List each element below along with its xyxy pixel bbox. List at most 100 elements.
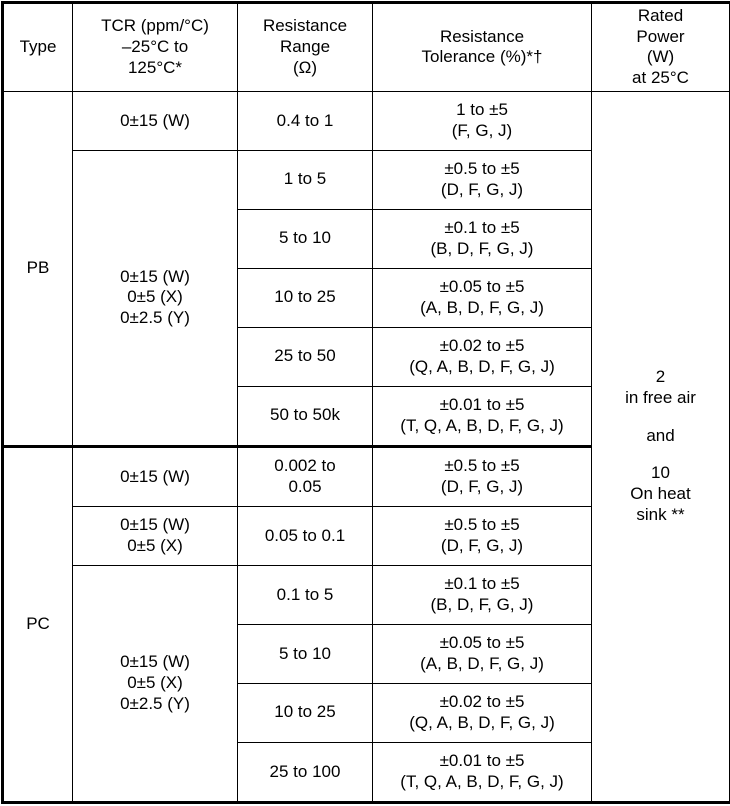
tolerance-value: ±0.05 to ±5 — [440, 633, 525, 652]
column-header-type: Type — [3, 3, 73, 92]
tcr-line: 0±2.5 (Y) — [120, 694, 190, 713]
range-line: 0.002 to — [274, 456, 335, 475]
cell-resistance-range: 0.002 to 0.05 — [238, 446, 373, 506]
column-header-tcr: TCR (ppm/°C) –25°C to 125°C* — [73, 3, 238, 92]
tolerance-value: ±0.5 to ±5 — [444, 515, 519, 534]
power-condition-heat-sink-line2: sink ** — [636, 505, 684, 524]
cell-resistance-tolerance: ±0.1 to ±5 (B, D, F, G, J) — [373, 209, 592, 268]
tolerance-codes: (Q, A, B, D, F, G, J) — [409, 357, 554, 376]
tolerance-codes: (D, F, G, J) — [441, 180, 523, 199]
range-line: 5 to 10 — [279, 644, 331, 663]
cell-resistance-range: 25 to 100 — [238, 742, 373, 802]
cell-resistance-tolerance: ±0.5 to ±5 (D, F, G, J) — [373, 446, 592, 506]
range-line: 5 to 10 — [279, 228, 331, 247]
tolerance-codes: (T, Q, A, B, D, F, G, J) — [400, 416, 563, 435]
tolerance-value: ±0.5 to ±5 — [444, 159, 519, 178]
cell-resistance-tolerance: ±0.5 to ±5 (D, F, G, J) — [373, 507, 592, 566]
tolerance-codes: (B, D, F, G, J) — [431, 239, 534, 258]
column-header-resistance-tolerance: Resistance Tolerance (%)*† — [373, 3, 592, 92]
cell-resistance-tolerance: ±0.05 to ±5 (A, B, D, F, G, J) — [373, 268, 592, 327]
cell-tcr: 0±15 (W) — [73, 91, 238, 150]
header-power-line1: Rated — [638, 6, 683, 25]
tolerance-value: ±0.05 to ±5 — [440, 277, 525, 296]
tolerance-value: ±0.1 to ±5 — [444, 218, 519, 237]
cell-resistance-range: 25 to 50 — [238, 327, 373, 386]
tcr-line: 0±15 (W) — [120, 467, 190, 486]
power-value-heat-sink: 10 — [651, 463, 670, 482]
cell-resistance-range: 5 to 10 — [238, 209, 373, 268]
tolerance-value: ±0.02 to ±5 — [440, 692, 525, 711]
table-header: Type TCR (ppm/°C) –25°C to 125°C* Resist… — [3, 3, 730, 92]
table-row: PB0±15 (W)0.4 to 11 to ±5(F, G, J)2in fr… — [3, 91, 730, 150]
tcr-line: 0±5 (X) — [127, 536, 183, 555]
tolerance-codes: (B, D, F, G, J) — [431, 595, 534, 614]
cell-resistance-range: 0.1 to 5 — [238, 565, 373, 624]
tolerance-value: ±0.01 to ±5 — [440, 395, 525, 414]
tolerance-codes: (Q, A, B, D, F, G, J) — [409, 713, 554, 732]
range-line: 25 to 50 — [274, 346, 335, 365]
header-tolerance-line1: Resistance — [440, 27, 524, 46]
cell-rated-power: 2 in free air and 10 On heat sink ** — [592, 91, 730, 802]
cell-resistance-range: 50 to 50k — [238, 386, 373, 446]
cell-resistance-range: 0.05 to 0.1 — [238, 507, 373, 566]
range-line: 1 to 5 — [284, 169, 327, 188]
tcr-line: 0±15 (W) — [120, 652, 190, 671]
header-power-line3: (W) — [647, 47, 674, 66]
cell-resistance-tolerance: ±0.01 to ±5 (T, Q, A, B, D, F, G, J) — [373, 742, 592, 802]
range-line: 25 to 100 — [270, 762, 341, 781]
power-value-free-air: 2 — [656, 367, 665, 386]
range-line: 0.05 — [288, 477, 321, 496]
power-spacer — [595, 446, 726, 463]
header-range-line2: Range — [280, 37, 330, 56]
tolerance-codes: (T, Q, A, B, D, F, G, J) — [400, 772, 563, 791]
cell-resistance-range: 10 to 25 — [238, 268, 373, 327]
tolerance-value: ±0.01 to ±5 — [440, 751, 525, 770]
tolerance-value: 1 to ±5 — [456, 100, 508, 119]
tolerance-codes: (A, B, D, F, G, J) — [420, 298, 544, 317]
cell-resistance-tolerance: 1 to ±5 (F, G, J) — [373, 91, 592, 150]
power-spacer — [595, 409, 726, 426]
header-type-label: Type — [20, 37, 57, 56]
tolerance-codes: (F, G, J) — [452, 121, 512, 140]
range-line: 10 to 25 — [274, 702, 335, 721]
cell-tcr: 0±15 (W)0±5 (X)0±2.5 (Y) — [73, 150, 238, 446]
cell-resistance-tolerance: ±0.05 to ±5 (A, B, D, F, G, J) — [373, 624, 592, 683]
header-tolerance-line2: Tolerance (%)*† — [422, 47, 543, 66]
cell-resistance-range: 5 to 10 — [238, 624, 373, 683]
range-line: 50 to 50k — [270, 405, 340, 424]
column-header-resistance-range: Resistance Range (Ω) — [238, 3, 373, 92]
tolerance-value: ±0.5 to ±5 — [444, 456, 519, 475]
cell-resistance-range: 1 to 5 — [238, 150, 373, 209]
header-tcr-line2: –25°C to — [122, 37, 188, 56]
range-line: 0.05 to 0.1 — [265, 526, 345, 545]
resistor-specification-table: Type TCR (ppm/°C) –25°C to 125°C* Resist… — [1, 1, 730, 804]
power-conjunction: and — [646, 426, 674, 445]
cell-tcr: 0±15 (W) 0±5 (X) 0±2.5 (Y) — [73, 565, 238, 802]
cell-type-pc: PC — [3, 446, 73, 802]
column-header-rated-power: Rated Power (W) at 25°C — [592, 3, 730, 92]
cell-resistance-range: 0.4 to 1 — [238, 91, 373, 150]
range-line: 0.4 to 1 — [277, 111, 334, 130]
range-line: 0.1 to 5 — [277, 585, 334, 604]
cell-resistance-tolerance: ±0.1 to ±5(B, D, F, G, J) — [373, 565, 592, 624]
tcr-line: 0±2.5 (Y) — [120, 308, 190, 327]
resistor-spec-table-container: Type TCR (ppm/°C) –25°C to 125°C* Resist… — [0, 1, 730, 806]
tolerance-value: ±0.02 to ±5 — [440, 336, 525, 355]
tcr-line: 0±5 (X) — [127, 673, 183, 692]
cell-resistance-range: 10 to 25 — [238, 683, 373, 742]
cell-resistance-tolerance: ±0.02 to ±5 (Q, A, B, D, F, G, J) — [373, 327, 592, 386]
range-line: 10 to 25 — [274, 287, 335, 306]
power-condition-free-air: in free air — [625, 388, 696, 407]
power-condition-heat-sink-line1: On heat — [630, 484, 691, 503]
cell-type-pb: PB — [3, 91, 73, 446]
cell-tcr: 0±15 (W) — [73, 446, 238, 506]
cell-resistance-tolerance: ±0.02 to ±5 (Q, A, B, D, F, G, J) — [373, 683, 592, 742]
header-tcr-line3: 125°C* — [128, 58, 182, 77]
tcr-line: 0±5 (X) — [127, 287, 183, 306]
tolerance-codes: (D, F, G, J) — [441, 477, 523, 496]
tolerance-codes: (D, F, G, J) — [441, 536, 523, 555]
tcr-line: 0±15 (W) — [120, 111, 190, 130]
header-power-line4: at 25°C — [632, 68, 689, 87]
tcr-line: 0±15 (W) — [120, 515, 190, 534]
tolerance-codes: (A, B, D, F, G, J) — [420, 654, 544, 673]
